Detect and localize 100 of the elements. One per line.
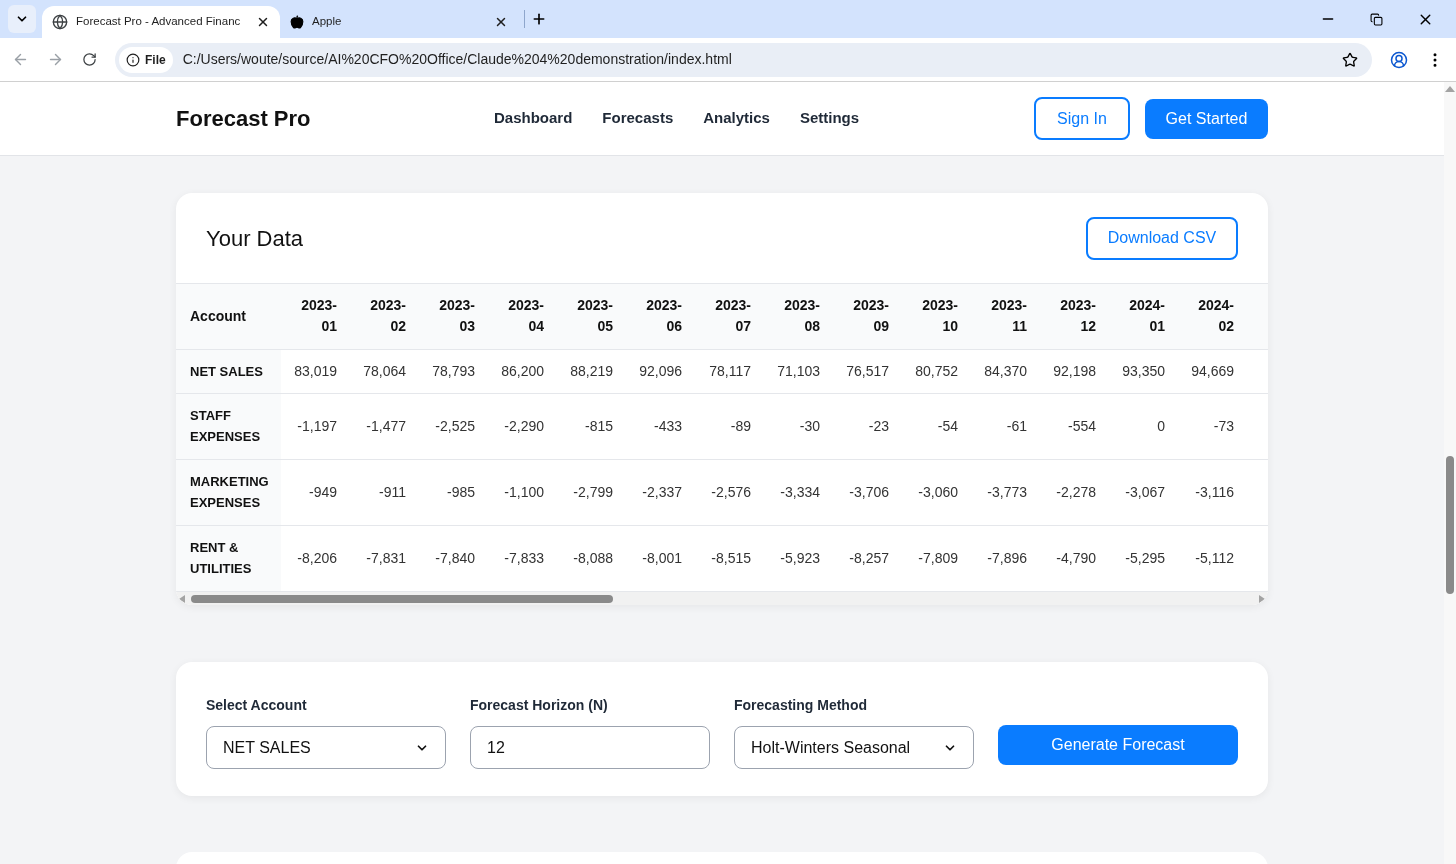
- table-cell: -7,809: [918, 549, 958, 566]
- bookmark-star-icon[interactable]: [1342, 51, 1358, 68]
- table-cell: -8,515: [711, 549, 751, 566]
- table-cell: -949: [308, 483, 337, 500]
- tab-list-button[interactable]: [8, 5, 36, 33]
- address-bar[interactable]: File C:/Users/woute/source/AI%20CFO%20Office/Claude%204%20demonstration/index.html: [115, 42, 1372, 77]
- horizontal-scrollbar-thumb[interactable]: [191, 594, 613, 603]
- table-cell: -3,067: [1125, 483, 1165, 500]
- table-cell: 78,793: [432, 362, 475, 379]
- nav-link[interactable]: Analytics: [703, 107, 770, 130]
- table-cell: 94,669: [1191, 362, 1234, 379]
- table-cell: -30: [799, 417, 820, 434]
- account-select[interactable]: NET SALES: [206, 726, 446, 769]
- generate-forecast-button[interactable]: Generate Forecast: [998, 725, 1238, 765]
- table-cell: -3,334: [780, 483, 820, 500]
- nav-link[interactable]: Settings: [799, 107, 860, 130]
- column-header: 2023-08: [784, 296, 820, 337]
- table-cell: -7,833: [504, 549, 544, 566]
- browser-tab[interactable]: Forecast Pro - Advanced Financ: [42, 6, 280, 38]
- table-cell: -985: [446, 483, 475, 500]
- nav-link[interactable]: Dashboard: [494, 107, 573, 130]
- column-header: 2023-10: [922, 296, 958, 337]
- table-cell: -54: [937, 417, 958, 434]
- table-cell: -5,295: [1125, 549, 1165, 566]
- table-cell: -2,799: [573, 483, 613, 500]
- field-label: Forecasting Method: [734, 696, 868, 715]
- new-tab-icon[interactable]: [531, 11, 547, 27]
- table-cell: -7,831: [366, 549, 406, 566]
- back-icon[interactable]: [12, 51, 29, 68]
- nav-link[interactable]: Forecasts: [602, 107, 674, 130]
- table-cell: 93,350: [1122, 362, 1165, 379]
- column-header: 2023-05: [577, 296, 613, 337]
- table-cell: -5,112: [1195, 549, 1234, 566]
- column-header: 2023-04: [508, 296, 544, 337]
- globe-icon: [52, 14, 68, 30]
- table-cell: 0: [1157, 417, 1165, 434]
- column-header: 2024-01: [1129, 296, 1165, 337]
- close-icon[interactable]: [256, 15, 270, 29]
- restore-icon[interactable]: [1370, 12, 1383, 26]
- table-cell: -2,525: [435, 417, 475, 434]
- table-cell: -7,840: [435, 549, 475, 566]
- table-cell: 78,117: [709, 362, 751, 379]
- logo-text[interactable]: Forecast Pro: [176, 102, 494, 135]
- get-started-button[interactable]: Get Started: [1145, 98, 1268, 139]
- table-cell: -815: [584, 417, 613, 434]
- column-header: Account: [190, 307, 246, 324]
- account-name: MARKETING EXPENSES: [190, 474, 269, 510]
- table-cell: 84,370: [984, 362, 1027, 379]
- table-cell: 83,019: [294, 362, 337, 379]
- table-cell: -8,206: [297, 549, 337, 566]
- table-cell: -2,337: [642, 483, 682, 500]
- table-cell: -2,278: [1056, 483, 1096, 500]
- column-header: 2023-12: [1060, 296, 1096, 337]
- table-cell: -8,088: [573, 549, 613, 566]
- close-icon[interactable]: [494, 15, 508, 29]
- account-name: RENT & UTILITIES: [190, 540, 252, 577]
- table-cell: -2,290: [504, 417, 544, 434]
- table-cell: -1,100: [504, 483, 544, 500]
- horizon-field[interactable]: 12: [470, 726, 710, 769]
- sign-in-button[interactable]: Sign In: [1034, 97, 1130, 140]
- table-cell: 92,096: [639, 362, 682, 379]
- field-label: Forecast Horizon (N): [470, 696, 609, 715]
- table-cell: -73: [1213, 417, 1234, 434]
- column-header: 2023-09: [853, 296, 889, 337]
- vertical-scrollbar-thumb[interactable]: [1446, 456, 1454, 594]
- table-cell: -1,477: [366, 417, 406, 434]
- column-header: 2024-02: [1198, 296, 1234, 337]
- table-cell: -1,197: [297, 417, 337, 434]
- table-cell: -3,773: [987, 483, 1027, 500]
- column-header: 2023-02: [370, 296, 406, 337]
- download-csv-button[interactable]: Download CSV: [1086, 216, 1238, 260]
- table-cell: -433: [653, 417, 682, 434]
- table-cell: 86,200: [501, 362, 544, 379]
- tab-title: Apple: [312, 14, 343, 30]
- card-title: Your Data: [206, 224, 304, 253]
- account-name: STAFF EXPENSES: [190, 408, 261, 444]
- profile-icon[interactable]: [1390, 50, 1408, 69]
- table-cell: 92,198: [1053, 362, 1096, 379]
- site-info-button[interactable]: File: [119, 46, 173, 73]
- table-cell: -8,257: [849, 549, 889, 566]
- column-header: 2023-03: [439, 296, 475, 337]
- table-cell: -5,923: [780, 549, 820, 566]
- account-name: NET SALES: [190, 363, 263, 379]
- table-cell: 88,219: [570, 362, 613, 379]
- table-cell: -8,001: [642, 549, 682, 566]
- column-header: 2023-06: [646, 296, 682, 337]
- forward-icon[interactable]: [47, 51, 64, 68]
- account-select[interactable]: Holt-Winters Seasonal: [734, 726, 974, 769]
- browser-tab[interactable]: Apple: [280, 6, 518, 38]
- table-cell: -4,790: [1056, 549, 1096, 566]
- field-label: Select Account: [206, 696, 308, 715]
- table-cell: 78,064: [363, 362, 406, 379]
- tab-title: Forecast Pro - Advanced Financ: [76, 14, 242, 30]
- column-header: 2023-01: [301, 296, 337, 337]
- table-cell: -23: [868, 417, 889, 434]
- column-header: 2023-11: [991, 296, 1027, 337]
- table-cell: 76,517: [846, 362, 889, 379]
- table-cell: -554: [1067, 417, 1096, 434]
- reload-icon[interactable]: [82, 52, 97, 67]
- table-cell: -61: [1006, 417, 1027, 434]
